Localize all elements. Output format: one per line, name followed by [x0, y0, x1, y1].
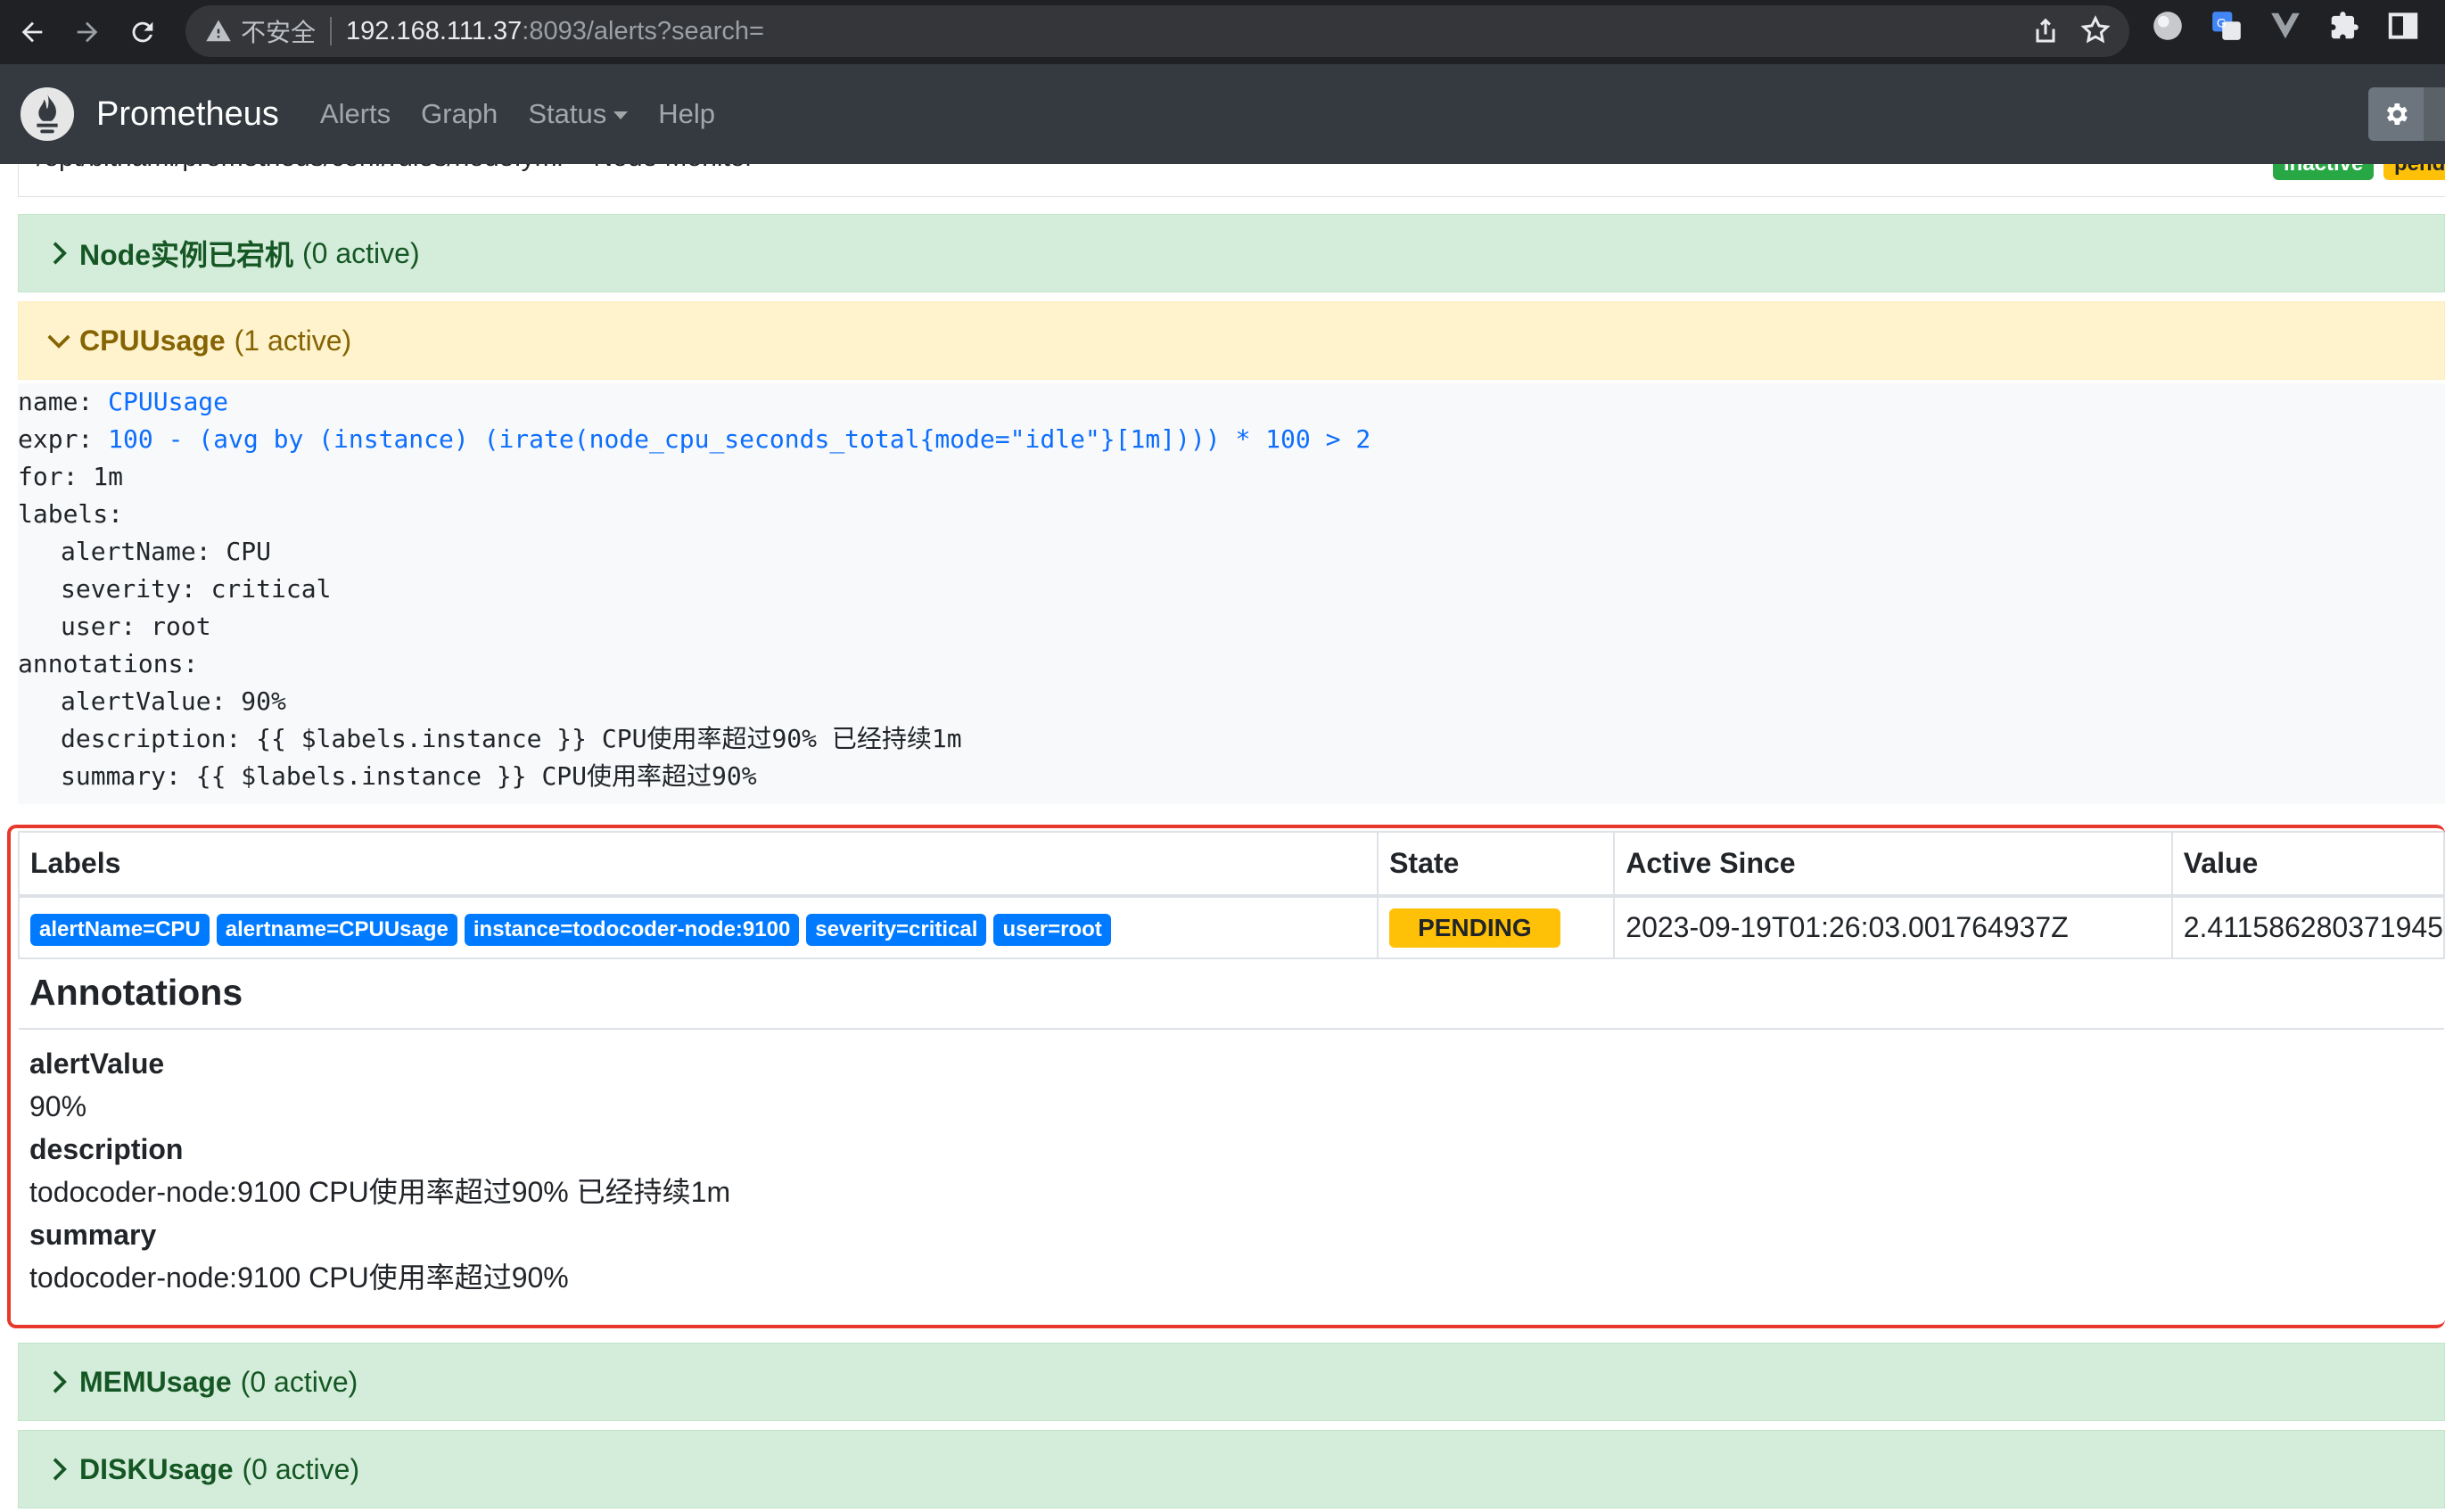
- theme-toggle-button[interactable]: [2368, 87, 2424, 141]
- alert-group-cpu-usage[interactable]: CPUUsage (1 active): [18, 301, 2445, 380]
- browser-toolbar: 不安全 192.168.111.37:8093/alerts?search= G: [0, 0, 2445, 64]
- reload-button[interactable]: [119, 9, 166, 55]
- rule-labels-key: labels:: [18, 499, 124, 529]
- forward-button[interactable]: [64, 9, 111, 55]
- arrow-left-icon: [21, 21, 43, 43]
- rule-label-line: user: root: [61, 612, 211, 641]
- nav-status-label: Status: [528, 98, 607, 129]
- extension-globe-icon[interactable]: [2151, 9, 2185, 43]
- group-active-count: (0 active): [242, 1452, 360, 1485]
- rule-annotation-line: description: {{ $labels.instance }} CPU使…: [61, 724, 962, 753]
- group-active-count: (0 active): [302, 236, 420, 269]
- rule-file-path: /opt/bitnami/prometheus/conf/rules/node.…: [37, 164, 754, 173]
- alert-group-disk-usage[interactable]: DISKUsage (0 active): [18, 1430, 2445, 1508]
- rule-annotations-key: annotations:: [18, 649, 199, 678]
- rule-annotation-line: summary: {{ $labels.instance }} CPU使用率超过…: [61, 761, 757, 791]
- rule-annotation-line: alertValue: 90%: [61, 686, 286, 716]
- chevron-right-icon: [53, 1458, 67, 1481]
- rule-name-link[interactable]: CPUUsage: [108, 387, 228, 416]
- share-icon[interactable]: [2029, 14, 2062, 46]
- svg-text:G: G: [2217, 17, 2227, 31]
- warning-icon: [206, 20, 231, 42]
- arrow-right-icon: [77, 21, 98, 43]
- vue-devtools-icon[interactable]: [2268, 9, 2302, 43]
- rule-name-line: name: CPUUsage: [18, 383, 2445, 421]
- inactive-badge: inactive: [2273, 164, 2375, 180]
- pending-badge: pending: [2383, 164, 2445, 180]
- chevron-down-icon: [47, 334, 70, 349]
- rule-for-line: for: 1m: [18, 462, 124, 491]
- group-active-count: (0 active): [240, 1365, 358, 1398]
- group-name: MEMUsage: [79, 1365, 232, 1398]
- url-path: :8093/alerts?search=: [522, 16, 764, 45]
- highlight-box: [7, 825, 2445, 1328]
- brand-title[interactable]: Prometheus: [96, 95, 279, 134]
- rule-expr-link[interactable]: 100 - (avg by (instance) (irate(node_cpu…: [108, 424, 1371, 454]
- nav-help[interactable]: Help: [658, 98, 715, 130]
- prometheus-navbar: Prometheus Alerts Graph Status Help: [0, 64, 2445, 164]
- insecure-label: 不安全: [241, 18, 317, 47]
- rule-expr-key: expr:: [18, 424, 109, 454]
- nav-graph[interactable]: Graph: [421, 98, 498, 130]
- chevron-right-icon: [53, 242, 67, 265]
- google-translate-icon[interactable]: G: [2210, 9, 2243, 43]
- nav-alerts[interactable]: Alerts: [320, 98, 391, 130]
- alert-group-node-down[interactable]: Node实例已宕机 (0 active): [18, 214, 2445, 292]
- side-panel-icon[interactable]: [2386, 9, 2420, 43]
- group-name: Node实例已宕机: [79, 239, 294, 271]
- extensions-puzzle-icon[interactable]: [2327, 9, 2361, 43]
- rule-expr-line: expr: 100 - (avg by (instance) (irate(no…: [18, 421, 2445, 458]
- rule-name-key: name:: [18, 387, 109, 416]
- rule-file-header: /opt/bitnami/prometheus/conf/rules/node.…: [18, 164, 2445, 197]
- group-name: CPUUsage: [79, 324, 226, 357]
- prometheus-logo-icon[interactable]: [20, 86, 75, 142]
- url-host: 192.168.111.37: [346, 16, 523, 45]
- omnibox-divider: [330, 17, 333, 45]
- rule-label-line: alertName: CPU: [61, 537, 272, 566]
- nav-status[interactable]: Status: [528, 98, 629, 130]
- rule-definition: name: CPUUsage expr: 100 - (avg by (inst…: [18, 383, 2445, 804]
- bookmark-star-icon[interactable]: [2079, 14, 2112, 46]
- back-button[interactable]: [9, 9, 55, 55]
- caret-down-icon: [613, 111, 629, 120]
- address-bar[interactable]: 不安全 192.168.111.37:8093/alerts?search=: [185, 5, 2129, 57]
- rule-label-line: severity: critical: [61, 574, 332, 604]
- group-active-count: (1 active): [234, 324, 352, 357]
- chevron-right-icon: [53, 1370, 67, 1393]
- gear-icon: [2386, 103, 2408, 125]
- theme-toggle-button-secondary[interactable]: [2424, 87, 2445, 141]
- group-name: DISKUsage: [79, 1452, 234, 1485]
- alert-group-mem-usage[interactable]: MEMUsage (0 active): [18, 1343, 2445, 1421]
- reload-icon: [132, 21, 153, 43]
